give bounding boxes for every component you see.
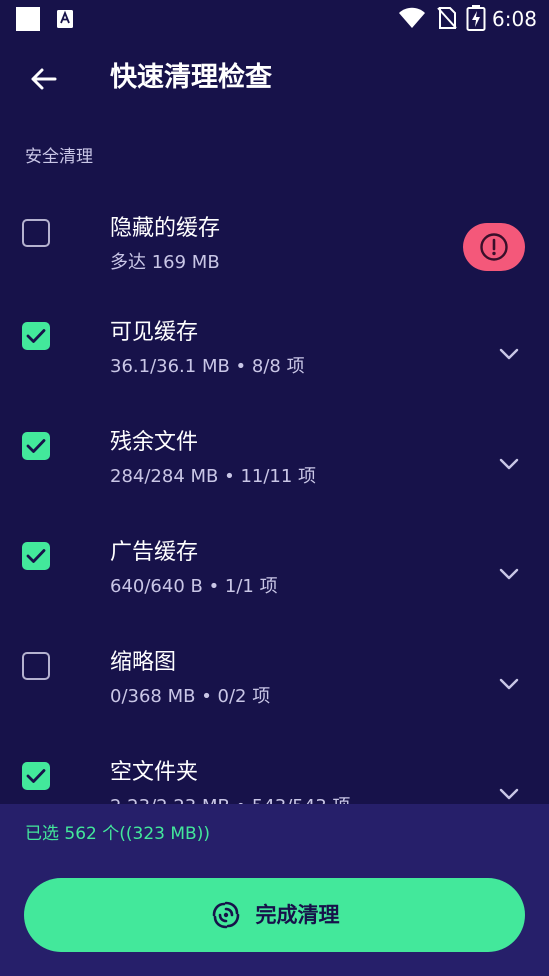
selection-footer: 已选 562 个((323 MB)) 完成清理: [0, 804, 549, 976]
item-title: 隐藏的缓存: [110, 216, 221, 241]
arrow-left-icon: [31, 68, 57, 90]
list-item-visible-cache[interactable]: 可见缓存 36.1/36.1 MB • 8/8 项: [0, 286, 549, 396]
list-item-empty-folders[interactable]: 空文件夹 2.23/2.23 MB • 543/543 项: [0, 726, 549, 804]
chevron-down-icon: [499, 458, 519, 470]
quick-clean-screen: 6:08 快速清理检查 安全清理 隐藏的缓存 多达 169 MB 可见缓存 36…: [0, 0, 549, 976]
list-item-ad-cache[interactable]: 广告缓存 640/640 B • 1/1 项: [0, 506, 549, 616]
wifi-icon: [399, 7, 425, 28]
clean-item-list[interactable]: 隐藏的缓存 多达 169 MB 可见缓存 36.1/36.1 MB • 8/8 …: [0, 176, 549, 804]
status-time: 6:08: [492, 7, 537, 31]
expand-button[interactable]: [496, 781, 522, 804]
list-item-hidden-cache[interactable]: 隐藏的缓存 多达 169 MB: [0, 176, 549, 286]
item-checkbox[interactable]: [22, 652, 50, 680]
list-item-thumbnails[interactable]: 缩略图 0/368 MB • 0/2 项: [0, 616, 549, 726]
item-title: 广告缓存: [110, 540, 199, 565]
expand-button[interactable]: [496, 451, 522, 477]
status-bar: 6:08: [0, 0, 549, 38]
item-checkbox[interactable]: [22, 542, 50, 570]
item-subtitle: 36.1/36.1 MB • 8/8 项: [110, 356, 305, 377]
item-title: 可见缓存: [110, 320, 199, 345]
item-title: 缩略图: [110, 650, 177, 675]
battery-charging-icon: [466, 5, 486, 31]
item-subtitle: 640/640 B • 1/1 项: [110, 576, 278, 597]
page-title: 快速清理检查: [110, 62, 272, 93]
list-item-residual-files[interactable]: 残余文件 284/284 MB • 11/11 项: [0, 396, 549, 506]
selected-summary: 已选 562 个((323 MB)): [25, 824, 210, 844]
section-label: 安全清理: [25, 147, 93, 167]
chevron-down-icon: [499, 678, 519, 690]
accessibility-a-icon: [57, 10, 73, 28]
finish-clean-button[interactable]: 完成清理: [24, 878, 525, 952]
expand-button[interactable]: [496, 341, 522, 367]
expand-button[interactable]: [496, 561, 522, 587]
expand-button[interactable]: [496, 671, 522, 697]
item-checkbox[interactable]: [22, 762, 50, 790]
item-subtitle: 多达 169 MB: [110, 252, 220, 273]
item-title: 空文件夹: [110, 760, 199, 785]
chevron-down-icon: [499, 568, 519, 580]
chevron-down-icon: [499, 348, 519, 360]
check-icon: [26, 549, 46, 563]
back-button[interactable]: [22, 58, 64, 100]
check-icon: [26, 329, 46, 343]
check-icon: [26, 439, 46, 453]
item-checkbox[interactable]: [22, 432, 50, 460]
item-title: 残余文件: [110, 430, 199, 455]
notification-square-icon: [16, 7, 40, 31]
item-checkbox[interactable]: [22, 322, 50, 350]
alert-icon: [480, 233, 508, 261]
item-subtitle: 2.23/2.23 MB • 543/543 项: [110, 794, 350, 804]
no-sim-icon: [437, 7, 457, 29]
cleaner-swirl-icon: [212, 901, 239, 929]
item-checkbox[interactable]: [22, 219, 50, 247]
item-subtitle: 284/284 MB • 11/11 项: [110, 466, 317, 487]
chevron-down-icon: [499, 788, 519, 800]
item-subtitle: 0/368 MB • 0/2 项: [110, 686, 271, 707]
alert-button[interactable]: [463, 223, 525, 271]
check-icon: [26, 769, 46, 783]
finish-button-label: 完成清理: [255, 903, 340, 927]
